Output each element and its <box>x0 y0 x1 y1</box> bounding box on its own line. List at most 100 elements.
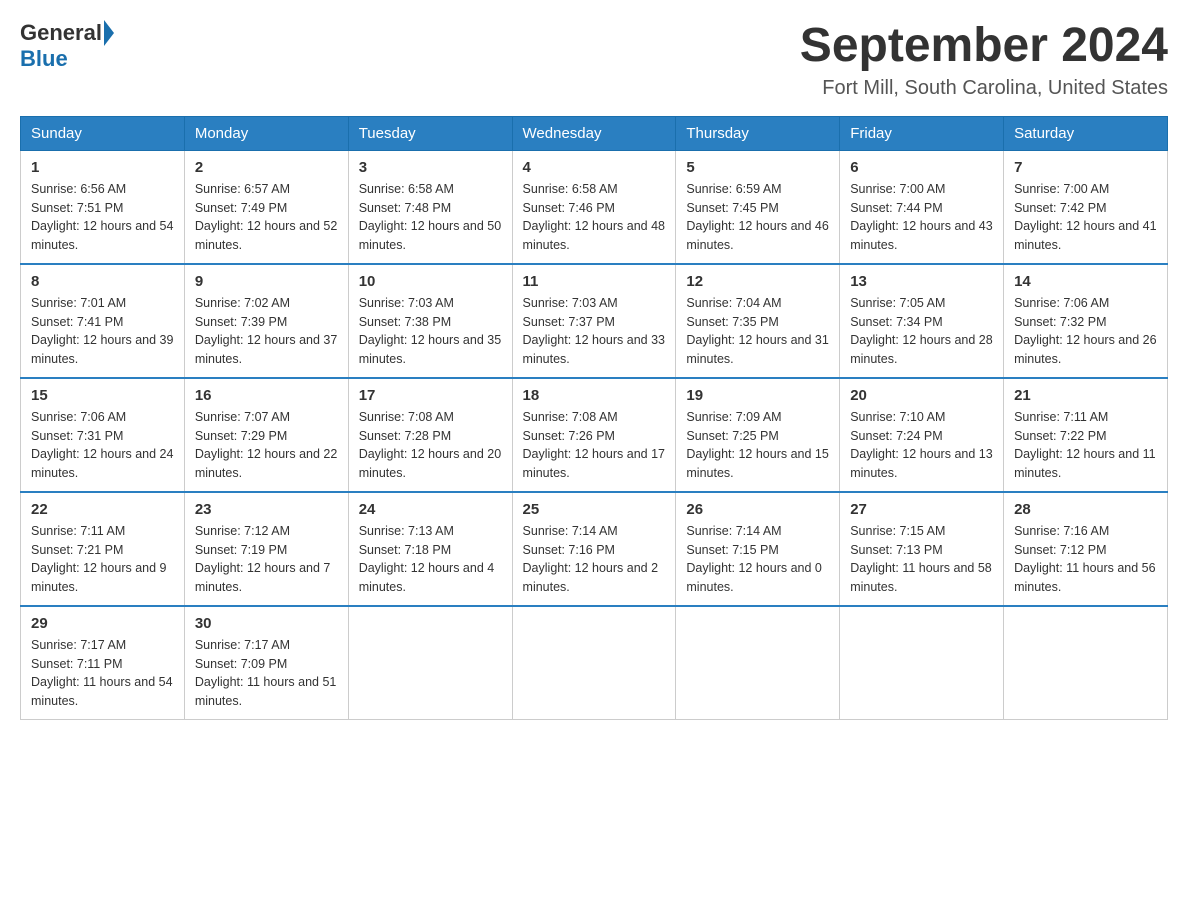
day-info: Sunrise: 7:06 AMSunset: 7:31 PMDaylight:… <box>31 408 174 483</box>
day-number: 1 <box>31 159 174 176</box>
logo: General Blue <box>20 20 116 72</box>
logo-blue-text: Blue <box>20 46 68 72</box>
day-info: Sunrise: 7:14 AMSunset: 7:15 PMDaylight:… <box>686 522 829 597</box>
day-info: Sunrise: 7:04 AMSunset: 7:35 PMDaylight:… <box>686 294 829 369</box>
day-number: 10 <box>359 273 502 290</box>
calendar-cell: 9 Sunrise: 7:02 AMSunset: 7:39 PMDaylight… <box>184 264 348 378</box>
weekday-header-monday: Monday <box>184 116 348 150</box>
day-number: 2 <box>195 159 338 176</box>
day-number: 14 <box>1014 273 1157 290</box>
day-info: Sunrise: 6:56 AMSunset: 7:51 PMDaylight:… <box>31 180 174 255</box>
day-info: Sunrise: 7:10 AMSunset: 7:24 PMDaylight:… <box>850 408 993 483</box>
logo-arrow-icon <box>104 20 114 46</box>
day-info: Sunrise: 7:05 AMSunset: 7:34 PMDaylight:… <box>850 294 993 369</box>
day-number: 3 <box>359 159 502 176</box>
day-number: 21 <box>1014 387 1157 404</box>
day-number: 18 <box>523 387 666 404</box>
calendar-cell: 13 Sunrise: 7:05 AMSunset: 7:34 PMDayligh… <box>840 264 1004 378</box>
calendar-cell: 27 Sunrise: 7:15 AMSunset: 7:13 PMDayligh… <box>840 492 1004 606</box>
calendar-cell: 29 Sunrise: 7:17 AMSunset: 7:11 PMDayligh… <box>21 606 185 720</box>
day-info: Sunrise: 7:16 AMSunset: 7:12 PMDaylight:… <box>1014 522 1157 597</box>
day-number: 5 <box>686 159 829 176</box>
page-header: General Blue September 2024 Fort Mill, S… <box>20 20 1168 100</box>
calendar-cell: 8 Sunrise: 7:01 AMSunset: 7:41 PMDaylight… <box>21 264 185 378</box>
day-info: Sunrise: 7:03 AMSunset: 7:38 PMDaylight:… <box>359 294 502 369</box>
calendar-cell <box>348 606 512 720</box>
calendar-cell: 3 Sunrise: 6:58 AMSunset: 7:48 PMDaylight… <box>348 150 512 264</box>
day-number: 15 <box>31 387 174 404</box>
logo-general-text: General <box>20 20 102 46</box>
calendar-cell: 12Sunrise: 7:04 AMSunset: 7:35 PMDayligh… <box>676 264 840 378</box>
day-number: 24 <box>359 501 502 518</box>
day-info: Sunrise: 7:00 AMSunset: 7:42 PMDaylight:… <box>1014 180 1157 255</box>
day-number: 23 <box>195 501 338 518</box>
day-number: 30 <box>195 615 338 632</box>
calendar-cell: 30 Sunrise: 7:17 AMSunset: 7:09 PMDayligh… <box>184 606 348 720</box>
calendar-cell: 7 Sunrise: 7:00 AMSunset: 7:42 PMDaylight… <box>1004 150 1168 264</box>
day-info: Sunrise: 7:08 AMSunset: 7:26 PMDaylight:… <box>523 408 666 483</box>
calendar-cell <box>676 606 840 720</box>
day-number: 19 <box>686 387 829 404</box>
calendar-cell: 15 Sunrise: 7:06 AMSunset: 7:31 PMDayligh… <box>21 378 185 492</box>
calendar-week-3: 15 Sunrise: 7:06 AMSunset: 7:31 PMDayligh… <box>21 378 1168 492</box>
day-info: Sunrise: 7:11 AMSunset: 7:21 PMDaylight:… <box>31 522 174 597</box>
day-info: Sunrise: 7:17 AMSunset: 7:09 PMDaylight:… <box>195 636 338 711</box>
day-info: Sunrise: 7:00 AMSunset: 7:44 PMDaylight:… <box>850 180 993 255</box>
weekday-header-sunday: Sunday <box>21 116 185 150</box>
calendar-cell: 5Sunrise: 6:59 AMSunset: 7:45 PMDaylight… <box>676 150 840 264</box>
day-number: 6 <box>850 159 993 176</box>
day-number: 26 <box>686 501 829 518</box>
weekday-header-tuesday: Tuesday <box>348 116 512 150</box>
calendar-cell: 23 Sunrise: 7:12 AMSunset: 7:19 PMDayligh… <box>184 492 348 606</box>
calendar-cell: 6 Sunrise: 7:00 AMSunset: 7:44 PMDaylight… <box>840 150 1004 264</box>
calendar-cell: 28Sunrise: 7:16 AMSunset: 7:12 PMDayligh… <box>1004 492 1168 606</box>
day-number: 17 <box>359 387 502 404</box>
calendar-week-4: 22 Sunrise: 7:11 AMSunset: 7:21 PMDayligh… <box>21 492 1168 606</box>
calendar-cell: 25Sunrise: 7:14 AMSunset: 7:16 PMDayligh… <box>512 492 676 606</box>
calendar-cell <box>512 606 676 720</box>
day-number: 29 <box>31 615 174 632</box>
day-number: 13 <box>850 273 993 290</box>
day-info: Sunrise: 7:03 AMSunset: 7:37 PMDaylight:… <box>523 294 666 369</box>
day-info: Sunrise: 6:58 AMSunset: 7:48 PMDaylight:… <box>359 180 502 255</box>
day-number: 9 <box>195 273 338 290</box>
day-number: 27 <box>850 501 993 518</box>
calendar-cell: 24Sunrise: 7:13 AMSunset: 7:18 PMDayligh… <box>348 492 512 606</box>
calendar-cell: 14 Sunrise: 7:06 AMSunset: 7:32 PMDayligh… <box>1004 264 1168 378</box>
day-info: Sunrise: 6:58 AMSunset: 7:46 PMDaylight:… <box>523 180 666 255</box>
weekday-header-thursday: Thursday <box>676 116 840 150</box>
day-info: Sunrise: 7:07 AMSunset: 7:29 PMDaylight:… <box>195 408 338 483</box>
title-block: September 2024 Fort Mill, South Carolina… <box>800 20 1168 100</box>
calendar-cell: 1 Sunrise: 6:56 AMSunset: 7:51 PMDaylight… <box>21 150 185 264</box>
weekday-header-friday: Friday <box>840 116 1004 150</box>
calendar-cell: 18 Sunrise: 7:08 AMSunset: 7:26 PMDayligh… <box>512 378 676 492</box>
calendar-cell <box>1004 606 1168 720</box>
calendar-table: SundayMondayTuesdayWednesdayThursdayFrid… <box>20 116 1168 720</box>
day-info: Sunrise: 6:57 AMSunset: 7:49 PMDaylight:… <box>195 180 338 255</box>
calendar-week-5: 29 Sunrise: 7:17 AMSunset: 7:11 PMDayligh… <box>21 606 1168 720</box>
calendar-cell: 26 Sunrise: 7:14 AMSunset: 7:15 PMDayligh… <box>676 492 840 606</box>
location-title: Fort Mill, South Carolina, United States <box>800 77 1168 100</box>
day-number: 22 <box>31 501 174 518</box>
calendar-cell <box>840 606 1004 720</box>
day-info: Sunrise: 7:08 AMSunset: 7:28 PMDaylight:… <box>359 408 502 483</box>
day-info: Sunrise: 7:15 AMSunset: 7:13 PMDaylight:… <box>850 522 993 597</box>
day-info: Sunrise: 7:06 AMSunset: 7:32 PMDaylight:… <box>1014 294 1157 369</box>
calendar-cell: 4Sunrise: 6:58 AMSunset: 7:46 PMDaylight… <box>512 150 676 264</box>
day-info: Sunrise: 7:09 AMSunset: 7:25 PMDaylight:… <box>686 408 829 483</box>
day-info: Sunrise: 7:01 AMSunset: 7:41 PMDaylight:… <box>31 294 174 369</box>
calendar-cell: 22 Sunrise: 7:11 AMSunset: 7:21 PMDayligh… <box>21 492 185 606</box>
day-info: Sunrise: 7:17 AMSunset: 7:11 PMDaylight:… <box>31 636 174 711</box>
day-info: Sunrise: 7:02 AMSunset: 7:39 PMDaylight:… <box>195 294 338 369</box>
calendar-cell: 19 Sunrise: 7:09 AMSunset: 7:25 PMDayligh… <box>676 378 840 492</box>
calendar-cell: 21 Sunrise: 7:11 AMSunset: 7:22 PMDayligh… <box>1004 378 1168 492</box>
weekday-header-saturday: Saturday <box>1004 116 1168 150</box>
calendar-cell: 20 Sunrise: 7:10 AMSunset: 7:24 PMDayligh… <box>840 378 1004 492</box>
day-info: Sunrise: 7:12 AMSunset: 7:19 PMDaylight:… <box>195 522 338 597</box>
day-number: 7 <box>1014 159 1157 176</box>
day-number: 20 <box>850 387 993 404</box>
month-title: September 2024 <box>800 20 1168 73</box>
day-number: 8 <box>31 273 174 290</box>
day-info: Sunrise: 7:11 AMSunset: 7:22 PMDaylight:… <box>1014 408 1157 483</box>
weekday-header-wednesday: Wednesday <box>512 116 676 150</box>
